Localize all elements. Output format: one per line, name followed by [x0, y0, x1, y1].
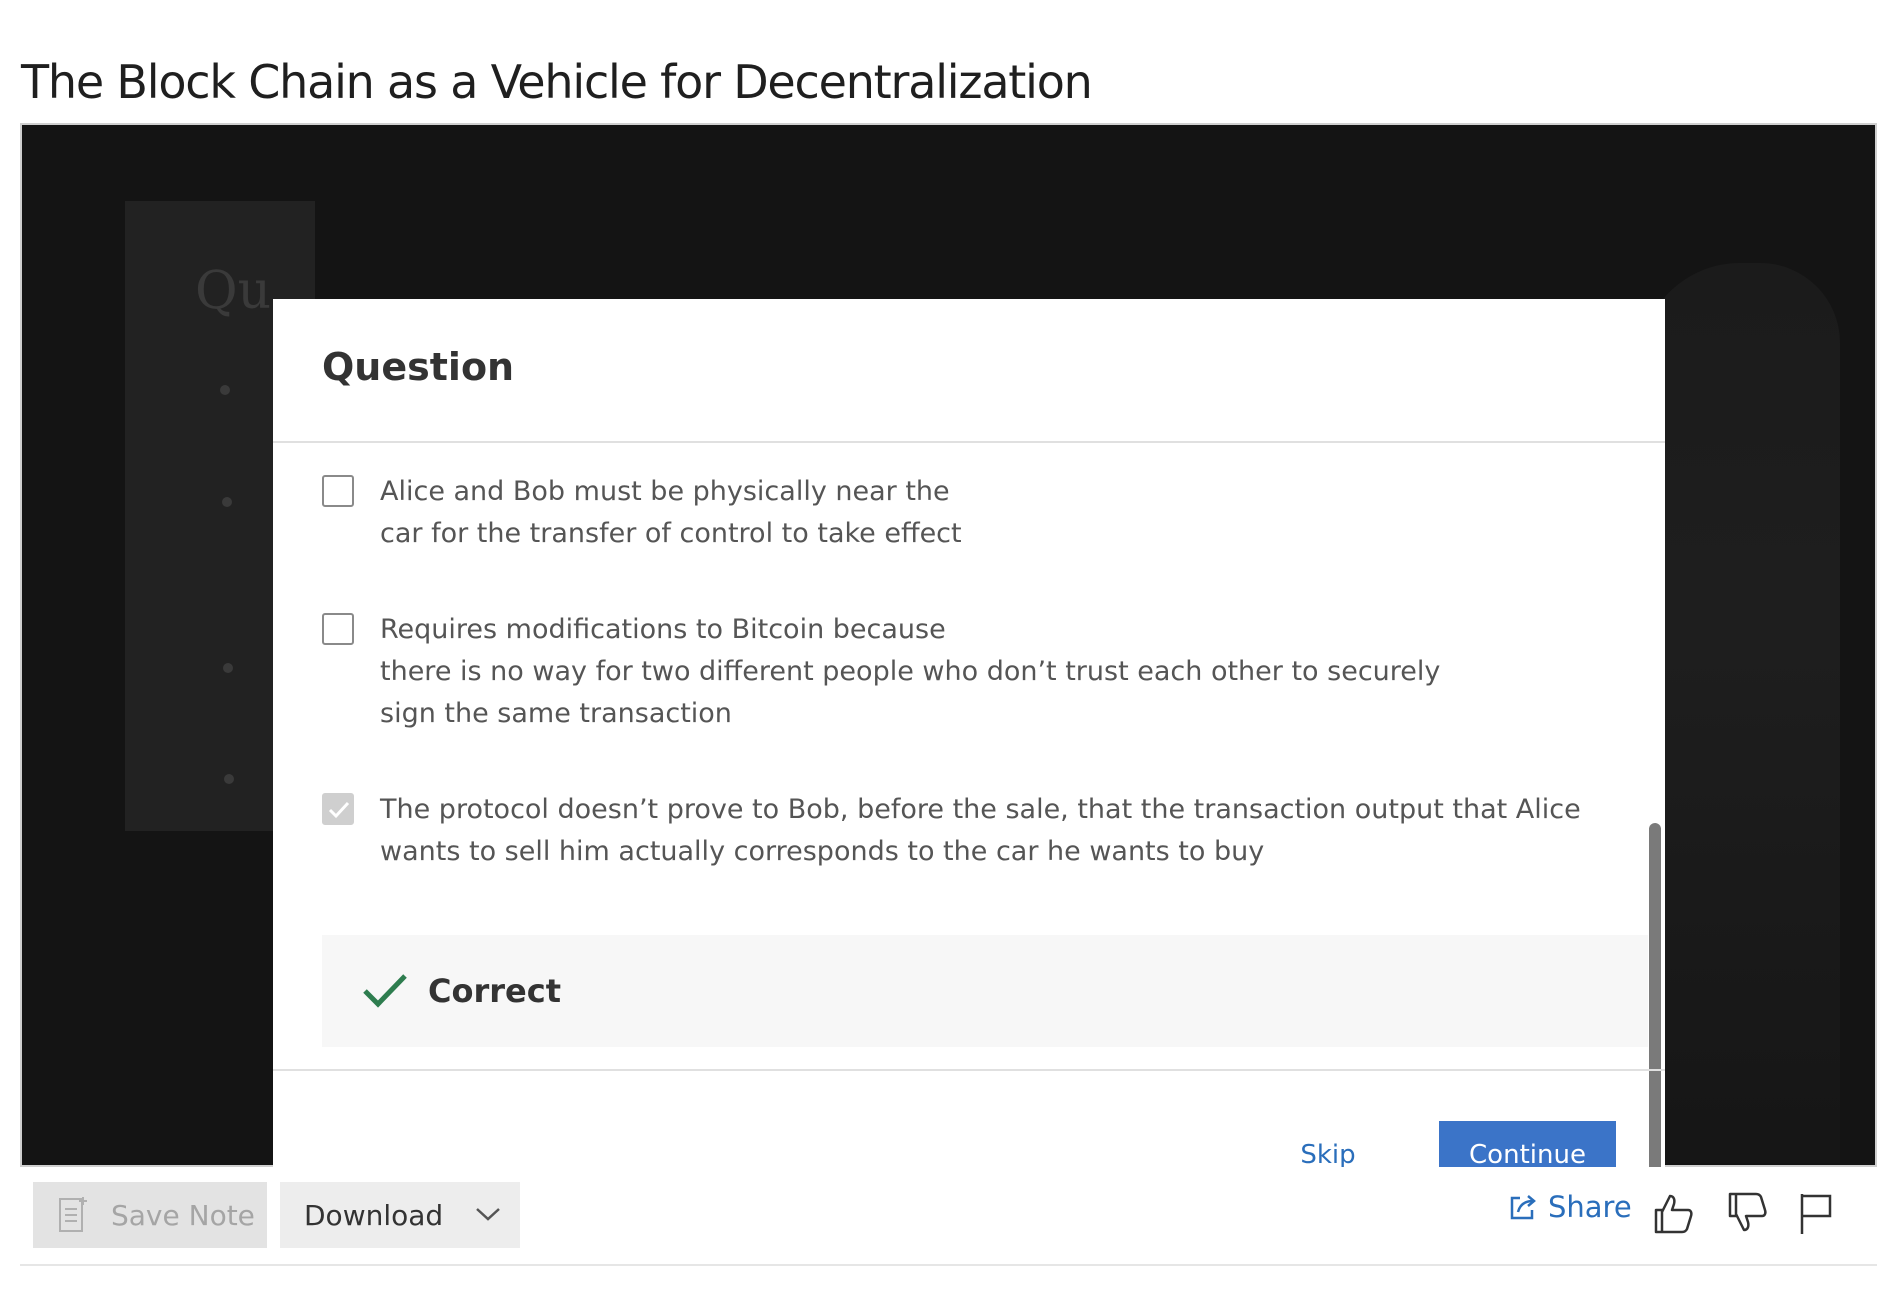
- share-icon: [1510, 1195, 1536, 1220]
- option-text: The protocol doesn’t prove to Bob, befor…: [380, 794, 1581, 867]
- answer-option[interactable]: Alice and Bob must be physically near th…: [322, 471, 962, 555]
- save-note-label: Save Note: [111, 1198, 255, 1232]
- answer-option[interactable]: Requires modifications to Bitcoin becaus…: [322, 609, 1440, 735]
- slide-bullet: [224, 774, 234, 784]
- flag-icon[interactable]: [1794, 1190, 1840, 1236]
- divider: [20, 1264, 1877, 1266]
- modal-title: Question: [322, 345, 515, 389]
- question-modal: Question Alice and Bob must be physicall…: [273, 299, 1665, 1167]
- skip-button[interactable]: Skip: [1288, 1121, 1368, 1167]
- feedback-banner: Correct: [322, 935, 1648, 1047]
- option-checkbox[interactable]: [322, 613, 354, 645]
- share-label: Share: [1548, 1190, 1632, 1224]
- modal-header: Question: [273, 299, 1665, 443]
- presenter-figure: [1640, 263, 1840, 1163]
- download-dropdown[interactable]: Download: [280, 1182, 520, 1248]
- slide-bullet: [222, 497, 232, 507]
- slide-bullet: [220, 385, 230, 395]
- feedback-label: Correct: [428, 972, 561, 1010]
- modal-footer: Skip Continue: [273, 1069, 1665, 1167]
- page-title: The Block Chain as a Vehicle for Decentr…: [21, 54, 1093, 109]
- modal-body[interactable]: Alice and Bob must be physically near th…: [273, 443, 1665, 1069]
- note-icon: [59, 1197, 87, 1232]
- option-checkbox[interactable]: [322, 475, 354, 507]
- video-player[interactable]: Qu Question Alice and Bob must be physic…: [20, 123, 1877, 1167]
- toolbar: Save Note Download Share: [0, 1182, 1893, 1272]
- slide-heading: Qu: [195, 261, 272, 321]
- save-note-button[interactable]: Save Note: [33, 1182, 267, 1248]
- download-label: Download: [304, 1198, 444, 1232]
- share-button[interactable]: Share: [1508, 1190, 1632, 1224]
- option-text: Alice and Bob must be physically near th…: [380, 476, 962, 549]
- chevron-down-icon: [476, 1208, 500, 1221]
- continue-button[interactable]: Continue: [1439, 1121, 1616, 1167]
- slide-bullet: [223, 663, 233, 673]
- checkmark-icon: [328, 801, 350, 819]
- option-checkbox-checked[interactable]: [322, 793, 354, 825]
- option-text: Requires modifications to Bitcoin becaus…: [380, 614, 1441, 729]
- like-icon[interactable]: [1650, 1190, 1696, 1236]
- dislike-icon[interactable]: [1724, 1190, 1770, 1236]
- check-icon: [363, 974, 407, 1008]
- answer-option[interactable]: The protocol doesn’t prove to Bob, befor…: [322, 789, 1581, 873]
